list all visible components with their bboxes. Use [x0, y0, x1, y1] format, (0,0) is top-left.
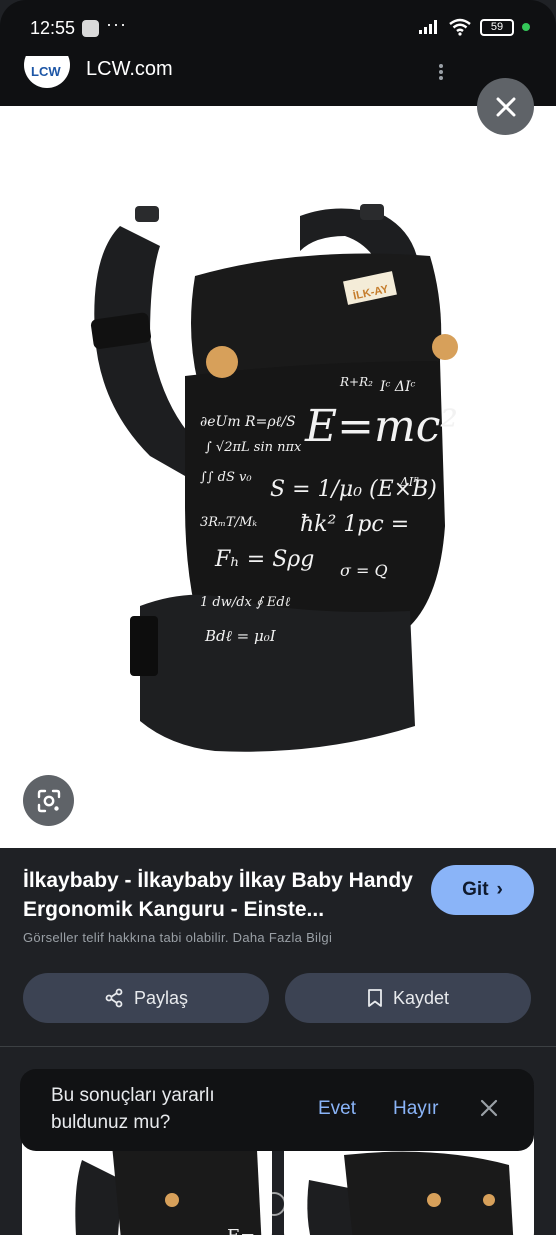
wifi-icon: [449, 18, 471, 36]
svg-text:ħk² 1pc =: ħk² 1pc =: [300, 512, 409, 537]
feedback-no-button[interactable]: Hayır: [393, 1098, 438, 1120]
share-button[interactable]: Paylaş: [23, 973, 269, 1023]
svg-text:ΔIᴮ: ΔIᴮ: [399, 475, 419, 489]
feedback-toast: Bu sonuçları yararlı buldunuz mu? Evet H…: [20, 1069, 534, 1151]
svg-text:σ = Q: σ = Q: [340, 561, 388, 580]
svg-text:∫∫ dS v₀: ∫∫ dS v₀: [200, 470, 252, 485]
svg-text:E=: E=: [227, 1226, 255, 1235]
visit-button-label: Git: [462, 879, 489, 900]
svg-text:Bdℓ = μ₀I: Bdℓ = μ₀I: [204, 627, 277, 645]
close-button[interactable]: [477, 78, 534, 135]
feedback-yes-button[interactable]: Evet: [318, 1098, 356, 1120]
section-divider: [0, 1046, 556, 1047]
more-notifications-icon: ···: [106, 14, 127, 34]
close-feedback-icon[interactable]: [478, 1097, 500, 1119]
svg-text:1 dw/dx ∮ Edℓ: 1 dw/dx ∮ Edℓ: [200, 595, 291, 610]
save-button-label: Kaydet: [392, 987, 450, 1008]
site-name[interactable]: LCW.com: [86, 58, 173, 81]
status-icons: 59: [418, 18, 530, 36]
copyright-notice[interactable]: Görseller telif hakkına tabi olabilir. D…: [23, 930, 332, 945]
feedback-question: Bu sonuçları yararlı buldunuz mu?: [51, 1085, 215, 1133]
share-button-label: Paylaş: [133, 987, 189, 1008]
formula-text: E=mc²: [304, 401, 458, 452]
more-options-icon[interactable]: [438, 62, 444, 82]
svg-text:∫ √2πL sin nπx: ∫ √2πL sin nπx: [205, 440, 302, 455]
site-logo[interactable]: LCW: [24, 56, 70, 88]
signal-icon: [419, 20, 437, 34]
battery-icon: 59: [480, 18, 514, 36]
notification-app-icon: [82, 20, 99, 37]
result-title[interactable]: İlkaybaby - İlkaybaby İlkay Baby Handy E…: [23, 866, 423, 924]
chevron-right-icon: ›: [496, 879, 503, 900]
save-button[interactable]: Kaydet: [285, 973, 531, 1023]
bookmark-icon: [368, 989, 382, 1007]
status-bar: 12:55 ··· 59: [0, 0, 556, 56]
baby-carrier-image: İLK-AY E=mc² ∂eUm R=ρℓ/S ∫ √2πL sin nπx …: [90, 204, 458, 752]
share-icon: [105, 988, 123, 1008]
svg-text:Fₕ = Sρg: Fₕ = Sρg: [214, 547, 314, 572]
svg-text:3RₘT/Mₖ: 3RₘT/Mₖ: [200, 515, 257, 530]
svg-text:Iᶜ ΔIᶜ: Iᶜ ΔIᶜ: [379, 379, 416, 395]
privacy-indicator-dot: [522, 23, 530, 31]
site-logo-text: LCW: [31, 64, 61, 79]
gesture-nav-indicator: [262, 1192, 286, 1216]
visit-button[interactable]: Git ›: [431, 865, 534, 915]
lens-icon: [37, 789, 60, 812]
svg-text:∂eUm R=ρℓ/S: ∂eUm R=ρℓ/S: [200, 414, 296, 430]
close-icon: [496, 97, 515, 116]
lens-search-button[interactable]: [23, 775, 74, 826]
site-header: LCW LCW.com: [0, 56, 556, 106]
product-image-area[interactable]: İLK-AY E=mc² ∂eUm R=ρℓ/S ∫ √2πL sin nπx …: [0, 106, 556, 848]
status-time: 12:55: [30, 18, 76, 38]
svg-text:R+R₂: R+R₂: [339, 375, 373, 389]
